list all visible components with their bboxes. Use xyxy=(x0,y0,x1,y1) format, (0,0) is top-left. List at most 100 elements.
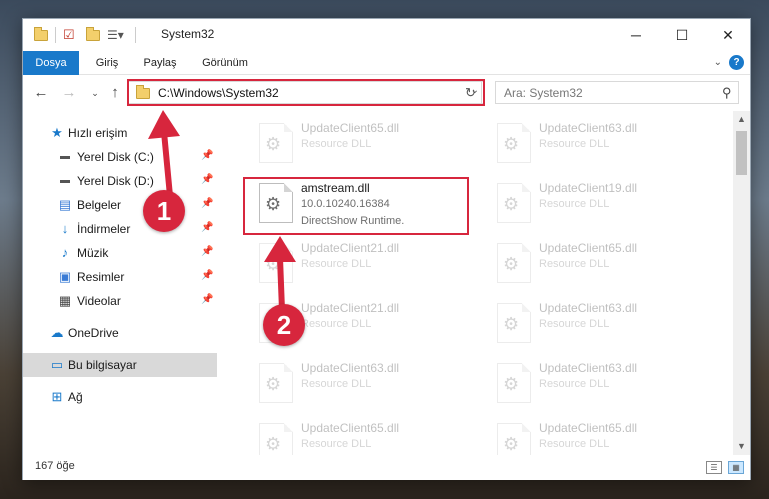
list-item[interactable]: ⚙ UpdateClient19.dll Resource DLL xyxy=(489,175,719,231)
file-description: Resource DLL xyxy=(301,438,372,450)
sidebar-item-label: Müzik xyxy=(77,246,109,260)
sidebar-item-label: Belgeler xyxy=(77,198,122,212)
pictures-icon: ▣ xyxy=(58,269,72,284)
list-item[interactable]: ⚙ UpdateClient65.dll Resource DLL xyxy=(489,415,719,455)
divider xyxy=(55,27,56,43)
list-item[interactable]: ⚙ UpdateClient63.dll Resource DLL xyxy=(489,115,719,171)
tab-share[interactable]: Paylaş xyxy=(135,51,185,75)
list-item[interactable]: ⚙ UpdateClient63.dll Resource DLL xyxy=(489,355,719,411)
list-item[interactable]: ⚙ UpdateClient65.dll Resource DLL xyxy=(251,115,481,171)
help-icon[interactable]: ? xyxy=(729,55,744,70)
tiles-view-icon[interactable]: ▦ xyxy=(728,461,744,474)
ribbon-tabs: Dosya Giriş Paylaş Görünüm ⌄ ? xyxy=(23,51,750,107)
pin-icon[interactable]: 📌 xyxy=(201,270,213,281)
pin-icon[interactable]: 📌 xyxy=(201,294,213,305)
network-icon: ⊞ xyxy=(51,389,63,404)
search-input[interactable]: Ara: System32 ⚲ xyxy=(495,81,739,104)
file-description: Resource DLL xyxy=(539,378,610,390)
search-placeholder: Ara: System32 xyxy=(504,86,583,100)
file-name: UpdateClient19.dll xyxy=(539,181,638,195)
sidebar-item-label: Yerel Disk (D:) xyxy=(77,174,154,188)
file-description: Resource DLL xyxy=(301,378,372,390)
file-description: Resource DLL xyxy=(539,138,610,150)
list-item[interactable]: ⚙ UpdateClient63.dll Resource DLL xyxy=(251,355,481,411)
sidebar-item-onedrive[interactable]: ☁ OneDrive xyxy=(23,321,217,345)
sidebar-item-this-pc[interactable]: ▭ Bu bilgisayar xyxy=(23,353,217,377)
scroll-up-icon[interactable]: ▲ xyxy=(733,111,750,128)
window-title: System32 xyxy=(161,27,215,41)
properties-icon[interactable]: ☑ xyxy=(63,26,79,44)
sidebar-item-videos[interactable]: ▦ Videolar 📌 xyxy=(23,289,217,313)
file-name: UpdateClient21.dll xyxy=(301,301,400,315)
pin-icon[interactable]: 📌 xyxy=(201,150,213,161)
file-name: UpdateClient21.dll xyxy=(301,241,400,255)
dll-file-icon: ⚙ xyxy=(497,243,531,283)
search-icon[interactable]: ⚲ xyxy=(722,85,732,101)
tab-home[interactable]: Giriş xyxy=(85,51,129,75)
list-item[interactable]: ⚙ UpdateClient21.dll Resource DLL xyxy=(251,235,481,291)
file-explorer-window: ☑ ☰▾ System32 ─ ☐ ✕ Dosya Giriş Paylaş G… xyxy=(22,18,751,480)
forward-button[interactable]: → xyxy=(59,83,79,103)
dll-file-icon: ⚙ xyxy=(259,123,293,163)
file-description: Resource DLL xyxy=(301,318,372,330)
video-icon: ▦ xyxy=(58,293,72,308)
drive-icon: ▬ xyxy=(60,175,70,186)
drive-icon: ▬ xyxy=(60,151,70,162)
minimize-button[interactable]: ─ xyxy=(613,19,659,51)
back-button[interactable]: ← xyxy=(31,83,51,103)
recent-locations-button[interactable]: ⌄ xyxy=(85,83,105,103)
dll-file-icon: ⚙ xyxy=(259,423,293,455)
up-button[interactable]: ↑ xyxy=(105,83,125,103)
pin-icon[interactable]: 📌 xyxy=(201,222,213,233)
details-view-icon[interactable]: ☰ xyxy=(706,461,722,474)
expand-ribbon-icon[interactable]: ⌄ xyxy=(714,57,722,68)
dll-file-icon: ⚙ xyxy=(497,123,531,163)
title-bar: ☑ ☰▾ System32 ─ ☐ ✕ xyxy=(23,19,750,51)
sidebar-item-pictures[interactable]: ▣ Resimler 📌 xyxy=(23,265,217,289)
pin-icon[interactable]: 📌 xyxy=(201,246,213,257)
star-icon: ★ xyxy=(51,125,63,140)
dll-file-icon: ⚙ xyxy=(497,303,531,343)
music-icon: ♪ xyxy=(61,245,69,260)
step-2-badge: 2 xyxy=(263,304,305,346)
list-item[interactable]: ⚙ UpdateClient65.dll Resource DLL xyxy=(251,415,481,455)
pin-icon[interactable]: 📌 xyxy=(201,198,213,209)
tab-view[interactable]: Görünüm xyxy=(193,51,257,75)
divider xyxy=(135,27,136,43)
dll-file-icon: ⚙ xyxy=(259,243,293,283)
sidebar-item-music[interactable]: ♪ Müzik 📌 xyxy=(23,241,217,265)
file-name: UpdateClient65.dll xyxy=(301,121,400,135)
dll-file-icon: ⚙ xyxy=(497,363,531,403)
sidebar-item-label: Yerel Disk (C:) xyxy=(77,150,154,164)
sidebar-item-local-disk-c[interactable]: ▬ Yerel Disk (C:) 📌 xyxy=(23,145,217,169)
scroll-down-icon[interactable]: ▼ xyxy=(733,438,750,455)
vertical-scrollbar[interactable]: ▲ ▼ xyxy=(733,111,750,455)
folder-icon xyxy=(33,26,49,44)
navigation-pane: ★ Hızlı erişim ▬ Yerel Disk (C:) 📌 ▬ Yer… xyxy=(23,111,217,455)
close-button[interactable]: ✕ xyxy=(705,19,751,51)
sidebar-item-label: Bu bilgisayar xyxy=(68,358,137,372)
file-description: Resource DLL xyxy=(301,138,372,150)
sidebar-item-quick-access[interactable]: ★ Hızlı erişim xyxy=(23,121,217,145)
sidebar-item-documents[interactable]: ▤ Belgeler 📌 xyxy=(23,193,217,217)
address-highlight-box xyxy=(127,79,485,106)
new-folder-icon[interactable] xyxy=(85,26,101,44)
maximize-button[interactable]: ☐ xyxy=(659,19,705,51)
pin-icon[interactable]: 📌 xyxy=(201,174,213,185)
sidebar-item-network[interactable]: ⊞ Ağ xyxy=(23,385,217,409)
status-bar: 167 öğe ☰ ▦ xyxy=(23,455,750,480)
file-description: Resource DLL xyxy=(539,258,610,270)
sidebar-item-local-disk-d[interactable]: ▬ Yerel Disk (D:) 📌 xyxy=(23,169,217,193)
file-name: UpdateClient63.dll xyxy=(539,301,638,315)
dll-file-icon: ⚙ xyxy=(497,423,531,455)
scroll-thumb[interactable] xyxy=(736,131,747,175)
sidebar-item-downloads[interactable]: ↓ İndirmeler 📌 xyxy=(23,217,217,241)
customize-toolbar-icon[interactable]: ☰▾ xyxy=(107,26,129,44)
list-item[interactable]: ⚙ UpdateClient65.dll Resource DLL xyxy=(489,235,719,291)
file-highlight-box xyxy=(243,177,469,235)
navigation-bar: ← → ⌄ ↑ C:\Windows\System32 ⌄ ↻ Ara: Sys… xyxy=(23,75,750,111)
download-icon: ↓ xyxy=(61,221,69,236)
list-item[interactable]: ⚙ UpdateClient63.dll Resource DLL xyxy=(489,295,719,351)
file-name: UpdateClient63.dll xyxy=(539,121,638,135)
file-name: UpdateClient63.dll xyxy=(301,361,400,375)
